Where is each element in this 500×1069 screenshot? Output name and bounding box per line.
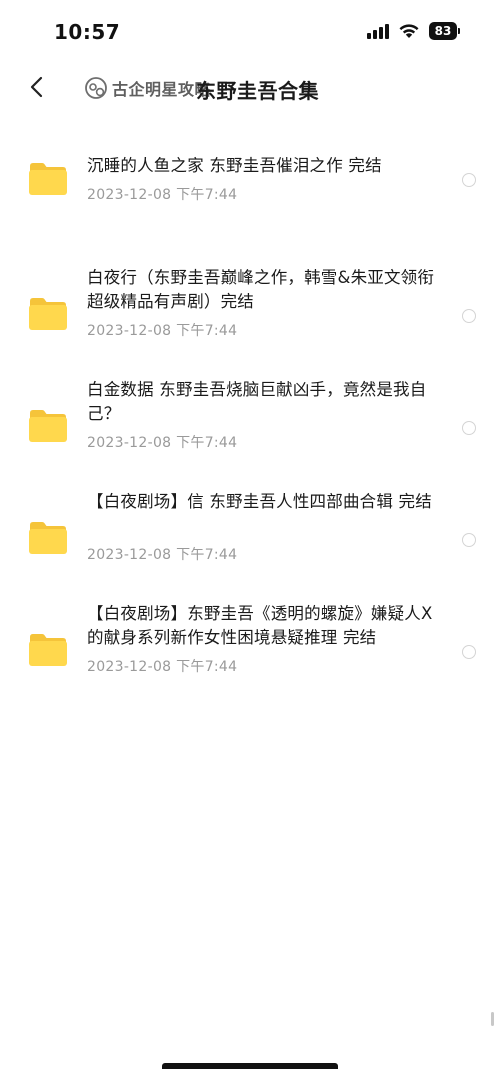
list-item[interactable]: 沉睡的人鱼之家 东野圭吾催泪之作 完结 2023-12-08 下午7:44 — [0, 140, 500, 252]
file-name: 【白夜剧场】信 东野圭吾人性四部曲合辑 完结 — [87, 492, 432, 511]
header: 古企明星攻略 东野圭吾合集 — [0, 64, 500, 120]
file-name: 沉睡的人鱼之家 东野圭吾催泪之作 完结 — [87, 156, 382, 175]
select-radio-button[interactable] — [462, 309, 476, 323]
file-date: 2023-12-08 下午7:44 — [87, 547, 238, 563]
file-date: 2023-12-08 下午7:44 — [87, 187, 238, 203]
file-date: 2023-12-08 下午7:44 — [87, 435, 238, 451]
select-radio-button[interactable] — [462, 173, 476, 187]
folder-icon — [29, 163, 67, 195]
battery-icon: 83 — [429, 22, 460, 40]
list-item[interactable]: 【白夜剧场】信 东野圭吾人性四部曲合辑 完结 2023-12-08 下午7:44 — [0, 476, 500, 588]
file-date: 2023-12-08 下午7:44 — [87, 659, 238, 675]
select-radio-button[interactable] — [462, 533, 476, 547]
folder-icon — [29, 522, 67, 554]
list-item[interactable]: 白金数据 东野圭吾烧脑巨献凶手，竟然是我自己？ 2023-12-08 下午7:4… — [0, 364, 500, 476]
file-name: 白夜行（东野圭吾巅峰之作，韩雪&朱亚文领衔超级精品有声剧）完结 — [87, 268, 435, 311]
file-list: 沉睡的人鱼之家 东野圭吾催泪之作 完结 2023-12-08 下午7:44 白夜… — [0, 140, 500, 700]
status-bar: 10:57 83 — [0, 0, 500, 64]
folder-icon — [29, 634, 67, 666]
cellular-signal-icon — [367, 23, 389, 39]
select-radio-button[interactable] — [462, 645, 476, 659]
status-icons: 83 — [367, 22, 460, 40]
status-time: 10:57 — [54, 20, 121, 44]
back-button[interactable] — [22, 72, 52, 102]
list-item[interactable]: 白夜行（东野圭吾巅峰之作，韩雪&朱亚文领衔超级精品有声剧）完结 2023-12-… — [0, 252, 500, 364]
page-title: 东野圭吾合集 — [196, 79, 319, 103]
select-radio-button[interactable] — [462, 421, 476, 435]
folder-icon — [29, 298, 67, 330]
scrollbar[interactable] — [491, 1012, 494, 1026]
battery-level: 83 — [429, 22, 457, 40]
watermark-logo-icon — [85, 77, 107, 99]
file-name: 【白夜剧场】东野圭吾《透明的螺旋》嫌疑人X的献身系列新作女性困境悬疑推理 完结 — [87, 604, 433, 647]
wifi-icon — [399, 24, 419, 38]
watermark: 古企明星攻略 — [84, 76, 211, 100]
list-item[interactable]: 【白夜剧场】东野圭吾《透明的螺旋》嫌疑人X的献身系列新作女性困境悬疑推理 完结 … — [0, 588, 500, 700]
file-date: 2023-12-08 下午7:44 — [87, 323, 238, 339]
home-indicator[interactable] — [162, 1063, 338, 1069]
folder-icon — [29, 410, 67, 442]
file-name: 白金数据 东野圭吾烧脑巨献凶手，竟然是我自己？ — [87, 380, 427, 423]
